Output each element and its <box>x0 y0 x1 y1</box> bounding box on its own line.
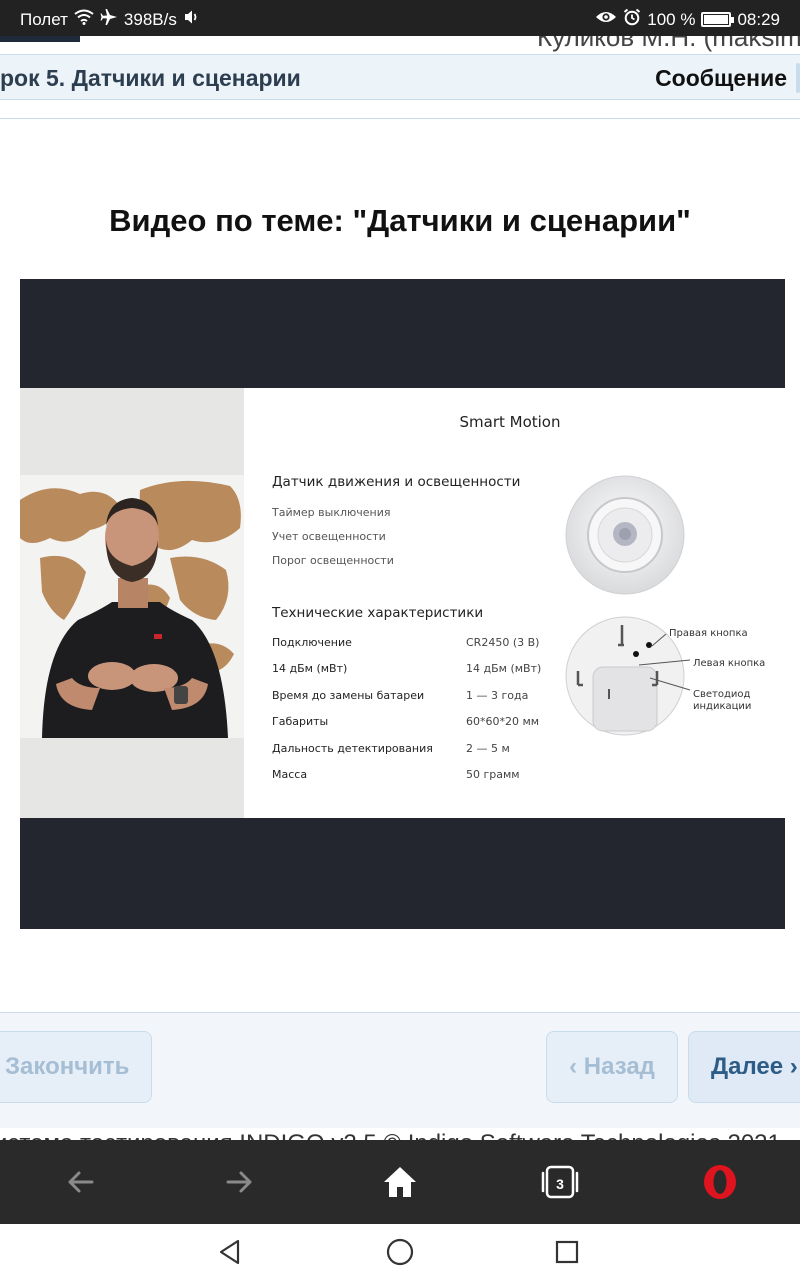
slide-content: Smart Motion Датчик движения и освещенно… <box>244 388 785 818</box>
user-strip: Куликов М.Н. (maksim <box>0 36 800 54</box>
spec-value: 60*60*20 мм <box>466 715 540 728</box>
browser-back-icon[interactable] <box>60 1162 100 1202</box>
annotation-led-line1: Светодиод <box>693 689 751 700</box>
back-button[interactable]: ‹ Назад <box>546 1031 678 1103</box>
video-player[interactable]: Smart Motion Датчик движения и освещенно… <box>20 279 785 929</box>
annotation-left-button: Левая кнопка <box>693 658 766 669</box>
logo-strip <box>0 36 80 42</box>
clock: 08:29 <box>737 9 780 29</box>
annotation-right-button: Правая кнопка <box>669 628 748 639</box>
status-bar: Полет 398B/s 100 % 08:29 <box>0 0 800 36</box>
feature-item: Порог освещенности <box>272 554 394 567</box>
spec-label: Подключение <box>272 636 352 649</box>
user-name[interactable]: Куликов М.Н. (maksim <box>537 36 800 53</box>
spec-value: 1 — 3 года <box>466 689 529 702</box>
page-title: Видео по теме: "Датчики и сценарии" <box>109 203 691 238</box>
video-frame: Smart Motion Датчик движения и освещенно… <box>20 388 785 818</box>
volume-icon <box>183 9 201 30</box>
browser-forward-icon[interactable] <box>220 1162 260 1202</box>
spec-value: 2 — 5 м <box>466 742 510 755</box>
divider <box>0 118 800 119</box>
section-title-sensor: Датчик движения и освещенности <box>272 474 521 490</box>
spec-value: 50 грамм <box>466 768 520 781</box>
spec-label: 14 дБм (мВт) <box>272 662 348 675</box>
network-speed: 398B/s <box>123 9 177 29</box>
android-back-icon[interactable] <box>216 1238 244 1271</box>
sensor-front-image <box>564 474 686 596</box>
lesson-bar: рок 5. Датчики и сценарии Сообщение <box>0 54 800 100</box>
alarm-icon <box>623 8 641 31</box>
section-title-specs: Технические характеристики <box>272 605 484 621</box>
spec-label: Дальность детектирования <box>272 742 433 755</box>
android-home-icon[interactable] <box>385 1237 415 1272</box>
airplane-icon <box>100 8 118 31</box>
battery-icon <box>701 12 735 27</box>
feature-item: Таймер выключения <box>272 506 391 519</box>
wifi-icon <box>74 9 94 30</box>
sensor-back-image <box>564 615 686 737</box>
spacer <box>654 733 655 734</box>
slide-title: Smart Motion <box>459 413 561 431</box>
spec-label: Время до замены батареи <box>272 689 425 702</box>
message-link[interactable]: Сообщение <box>655 65 787 92</box>
next-button[interactable]: Далее › <box>688 1031 800 1103</box>
annotation-led-line2: индикации <box>693 701 752 712</box>
browser-toolbar: 3 <box>0 1140 800 1224</box>
lesson-title: рок 5. Датчики и сценарии <box>0 65 301 91</box>
spec-label: Масса <box>272 768 308 781</box>
spec-label: Габариты <box>272 715 329 728</box>
spec-value: 14 дБм (мВт) <box>466 662 542 675</box>
finish-button[interactable]: Закончить <box>0 1031 152 1103</box>
android-navigation-bar <box>0 1224 800 1280</box>
spec-value: CR2450 (3 В) <box>466 636 540 649</box>
android-recents-icon[interactable] <box>553 1238 581 1271</box>
tabs-button[interactable]: 3 <box>540 1162 580 1202</box>
scroll-edge <box>796 63 800 93</box>
presenter-image <box>20 388 244 818</box>
opera-menu-icon[interactable] <box>700 1162 740 1202</box>
tab-count: 3 <box>556 1176 564 1192</box>
carrier-label: Полет <box>20 9 68 29</box>
battery-percent: 100 % <box>647 9 696 29</box>
feature-item: Учет освещенности <box>272 530 386 543</box>
eye-icon <box>595 9 617 30</box>
browser-home-icon[interactable] <box>380 1162 420 1202</box>
